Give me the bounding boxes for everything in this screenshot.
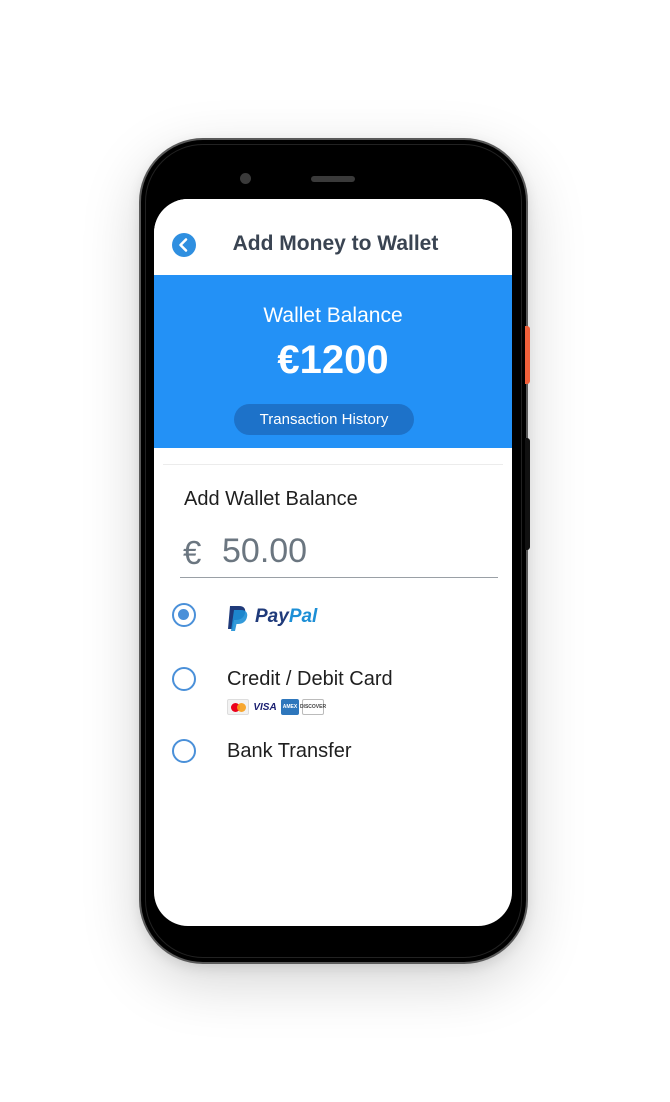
amex-logo: AMEX [281, 699, 299, 715]
page-title: Add Money to Wallet [232, 232, 439, 255]
card-logos: VISA AMEX DISCOVER [227, 699, 326, 715]
card-option-label: Credit / Debit Card [227, 668, 393, 690]
currency-symbol: € [183, 534, 202, 571]
amount-field: € [180, 529, 498, 578]
paypal-wordmark: PayPal [255, 606, 317, 628]
wallet-balance-amount: €1200 [277, 338, 389, 382]
front-camera [240, 173, 251, 184]
add-balance-label: Add Wallet Balance [184, 488, 358, 510]
transaction-history-button[interactable]: Transaction History [234, 404, 414, 435]
paypal-icon [228, 606, 248, 631]
radio-paypal[interactable] [172, 603, 196, 627]
power-button [525, 326, 530, 384]
bank-option-label: Bank Transfer [227, 740, 352, 762]
radio-card[interactable] [172, 667, 196, 691]
wallet-balance-label: Wallet Balance [263, 304, 403, 327]
radio-selected-dot [178, 609, 189, 620]
phone-screen: Add Money to Wallet Wallet Balance €1200… [154, 199, 512, 926]
volume-button [525, 438, 530, 550]
visa-logo: VISA [253, 701, 277, 713]
divider [163, 464, 503, 465]
app-header: Add Money to Wallet [154, 199, 512, 275]
payment-option-bank[interactable]: Bank Transfer [172, 737, 492, 773]
payment-option-card[interactable]: Credit / Debit Card VISA AMEX DISCOVER [172, 665, 492, 721]
discover-logo: DISCOVER [300, 699, 326, 715]
amount-input[interactable] [222, 531, 492, 571]
radio-bank[interactable] [172, 739, 196, 763]
stage: Add Money to Wallet Wallet Balance €1200… [0, 0, 670, 1102]
earpiece-speaker [311, 176, 355, 182]
paypal-wordmark-pay: Pay [255, 606, 289, 627]
wallet-balance-card: Wallet Balance €1200 Transaction History [154, 275, 512, 448]
paypal-wordmark-pal: Pal [288, 606, 318, 627]
payment-option-paypal[interactable]: PayPal [172, 600, 492, 640]
mastercard-logo [227, 699, 249, 715]
